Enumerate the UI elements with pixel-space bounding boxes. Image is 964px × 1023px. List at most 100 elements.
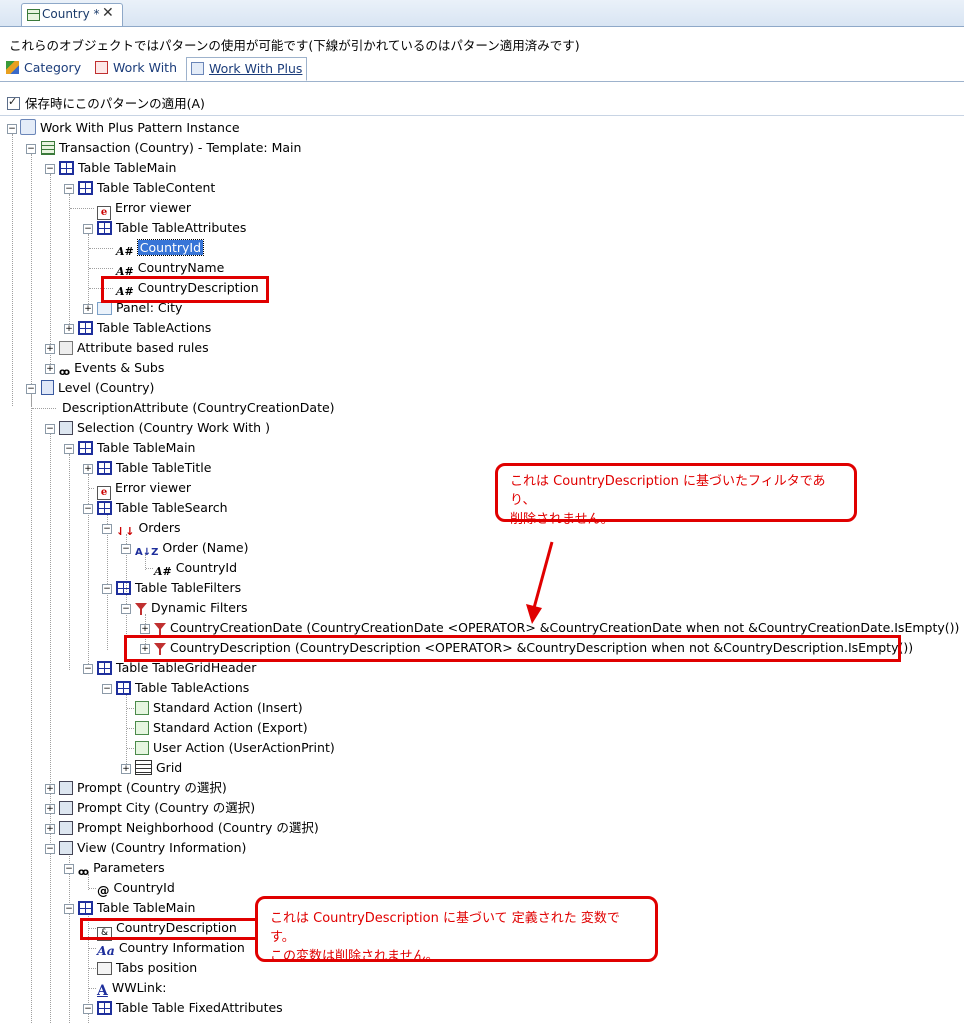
- tree-node-action[interactable]: Standard Action (Insert): [135, 698, 303, 718]
- collapse-toggle[interactable]: −: [64, 864, 74, 874]
- tree-node-label: Table TableAttributes: [116, 220, 247, 235]
- collapse-toggle[interactable]: −: [45, 424, 55, 434]
- tree-node-link[interactable]: A WWLink:: [97, 978, 167, 999]
- tree-node-label: Table TableGridHeader: [116, 660, 257, 675]
- tree-node-action[interactable]: User Action (UserActionPrint): [135, 738, 335, 758]
- expand-toggle[interactable]: +: [45, 784, 55, 794]
- tree-node-attribute[interactable]: A# CountryId: [154, 558, 237, 578]
- tree-node-pattern-instance[interactable]: Work With Plus Pattern Instance: [20, 118, 240, 138]
- tree-node-description-attribute[interactable]: DescriptionAttribute (CountryCreationDat…: [62, 398, 335, 418]
- tree-node-table[interactable]: Table TableActions: [116, 678, 249, 698]
- tree-node-table[interactable]: Table TableMain: [59, 158, 176, 178]
- tree-node-action[interactable]: Standard Action (Export): [135, 718, 308, 738]
- tree-node-table[interactable]: Table TableSearch: [97, 498, 228, 518]
- collapse-toggle[interactable]: −: [83, 224, 93, 234]
- callout-line: 削除されません。: [510, 512, 614, 527]
- tree-node-prompt[interactable]: Prompt Neighborhood (Country の選択): [59, 818, 319, 838]
- collapse-toggle[interactable]: −: [26, 144, 36, 154]
- expand-toggle[interactable]: +: [121, 764, 131, 774]
- apply-on-save-option[interactable]: 保存時にこのパターンの適用(A): [7, 93, 205, 112]
- tree-node-label: CountryId: [175, 560, 238, 575]
- tree-node-table[interactable]: Table TableTitle: [97, 458, 211, 478]
- tree-node-label: Events & Subs: [74, 360, 165, 375]
- table-icon: [59, 161, 74, 175]
- tree-node-selection[interactable]: Selection (Country Work With ): [59, 418, 270, 438]
- expand-toggle[interactable]: +: [45, 364, 55, 374]
- collapse-toggle[interactable]: −: [83, 504, 93, 514]
- collapse-toggle[interactable]: −: [45, 844, 55, 854]
- highlight-box-variable: [80, 918, 258, 940]
- tree-node-error-viewer[interactable]: e Error viewer: [97, 478, 192, 500]
- tree-node-view[interactable]: View (Country Information): [59, 838, 246, 858]
- tree-node-transaction[interactable]: Transaction (Country) - Template: Main: [41, 138, 301, 158]
- tree-node-label: DescriptionAttribute (CountryCreationDat…: [62, 400, 335, 415]
- collapse-toggle[interactable]: −: [83, 664, 93, 674]
- tab-category[interactable]: Category: [6, 57, 81, 79]
- table-icon: [116, 581, 131, 595]
- tree-node-label: Table Table FixedAttributes: [116, 1000, 283, 1015]
- tree-guide: [89, 268, 113, 269]
- tree-node-level[interactable]: Level (Country): [41, 378, 154, 398]
- tab-work-with-plus[interactable]: Work With Plus: [186, 57, 308, 81]
- tree-guide: [89, 948, 96, 949]
- expand-toggle[interactable]: +: [83, 464, 93, 474]
- prompt-icon: [59, 781, 73, 795]
- tree-node-textblock[interactable]: Aa Country Information: [97, 938, 245, 958]
- tree-node-prompt[interactable]: Prompt City (Country の選択): [59, 798, 255, 818]
- collapse-toggle[interactable]: −: [102, 684, 112, 694]
- tree-node-table[interactable]: Table TableAttributes: [97, 218, 246, 238]
- apply-on-save-checkbox[interactable]: [7, 95, 20, 110]
- tree-node-dynamic-filters[interactable]: Dynamic Filters: [135, 598, 248, 618]
- collapse-toggle[interactable]: −: [26, 384, 36, 394]
- tree-node-orders[interactable]: ⇃↓ Orders: [116, 518, 180, 538]
- tree-node-rules[interactable]: Attribute based rules: [59, 338, 209, 358]
- tree-node-table[interactable]: Table TableMain: [78, 438, 195, 458]
- collapse-toggle[interactable]: −: [102, 584, 112, 594]
- collapse-toggle[interactable]: −: [64, 904, 74, 914]
- tree-node-parameters[interactable]: ꝏ Parameters: [78, 858, 165, 878]
- collapse-toggle[interactable]: −: [64, 184, 74, 194]
- table-icon: [78, 181, 93, 195]
- collapse-toggle[interactable]: −: [102, 524, 112, 534]
- expand-toggle[interactable]: +: [45, 344, 55, 354]
- tree-node-prompt[interactable]: Prompt (Country の選択): [59, 778, 227, 798]
- close-icon[interactable]: ✕: [102, 5, 114, 21]
- tree-node-parameter[interactable]: @ CountryId: [97, 878, 175, 898]
- tree-node-table[interactable]: Table TableFilters: [116, 578, 241, 598]
- expand-toggle[interactable]: +: [45, 804, 55, 814]
- tree-node-attribute[interactable]: A# CountryName: [116, 258, 224, 278]
- tree-node-events[interactable]: ꝏ Events & Subs: [59, 358, 164, 378]
- tree-node-table[interactable]: Table Table FixedAttributes: [97, 998, 283, 1018]
- tree-node-order[interactable]: A↓Z Order (Name): [135, 538, 249, 558]
- expand-toggle[interactable]: +: [83, 304, 93, 314]
- tree-node-label: WWLink:: [111, 980, 167, 995]
- document-tab-country[interactable]: Country * ✕: [21, 3, 123, 26]
- rules-icon: [59, 341, 73, 355]
- collapse-toggle[interactable]: −: [83, 1004, 93, 1014]
- tree-node-label: Error viewer: [115, 480, 192, 495]
- tree-node-error-viewer[interactable]: e Error viewer: [97, 198, 191, 220]
- pattern-instance-tree[interactable]: Work With Plus Pattern Instance − Transa…: [0, 118, 964, 1023]
- collapse-toggle[interactable]: −: [45, 164, 55, 174]
- collapse-toggle[interactable]: −: [121, 544, 131, 554]
- collapse-toggle[interactable]: −: [7, 124, 17, 134]
- collapse-toggle[interactable]: −: [64, 444, 74, 454]
- tree-node-attribute[interactable]: A# CountryId: [116, 238, 205, 258]
- tree-node-label: Table TableMain: [97, 440, 196, 455]
- tree-node-table[interactable]: Table TableMain: [78, 898, 195, 918]
- tree-node-tabs-position[interactable]: Tabs position: [97, 958, 197, 978]
- tree-node-table[interactable]: Table TableContent: [78, 178, 215, 198]
- highlight-box-filter: [124, 635, 901, 662]
- expand-toggle[interactable]: +: [64, 324, 74, 334]
- expand-toggle[interactable]: +: [140, 624, 150, 634]
- table-icon: [78, 441, 93, 455]
- collapse-toggle[interactable]: −: [121, 604, 131, 614]
- table-icon: [97, 221, 112, 235]
- tabs-icon: [97, 962, 112, 975]
- tab-work-with[interactable]: Work With: [95, 57, 177, 79]
- tree-node-grid[interactable]: Grid: [135, 758, 182, 778]
- expand-toggle[interactable]: +: [45, 824, 55, 834]
- tree-node-table[interactable]: Table TableActions: [78, 318, 211, 338]
- tree-guide: [69, 454, 70, 670]
- tab-work-with-label: Work With: [113, 60, 178, 75]
